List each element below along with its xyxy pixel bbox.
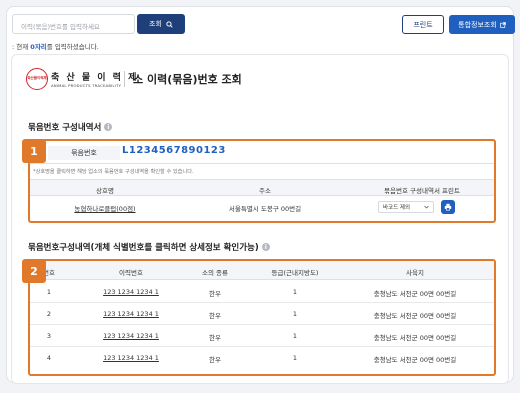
row-no: 4 <box>46 354 52 362</box>
logo: 축산물이력제 축 산 물 이 력 제 ANIMAL PRODUCTS TRACE… <box>26 68 138 90</box>
hint-highlight: 0자리 <box>30 43 47 51</box>
badge-2: 2 <box>22 259 46 283</box>
individual-list-box: 2 번호 이력번호 소의 종류 등급(근내지방도) 사육지 1 123 1234… <box>22 259 496 376</box>
table-row: 1 123 1234 1234 1 한우 1 충청남도 서천군 00면 00번길 <box>30 281 494 303</box>
page: 이력(묶음)번호를 입력하세요 조회 프린트 통합정보조회 : 현재 0자리를 … <box>0 0 520 393</box>
logo-text: 축 산 물 이 력 제 <box>51 73 139 83</box>
chevron-down-icon <box>424 205 429 209</box>
result-card: 축산물이력제 축 산 물 이 력 제 ANIMAL PRODUCTS TRACE… <box>11 54 509 384</box>
search-input[interactable]: 이력(묶음)번호를 입력하세요 <box>12 14 135 34</box>
table1-row: 농협하나로클럽(00점) 서울특별시 도봉구 00번길 바코드 제외 <box>30 197 494 217</box>
info-icon[interactable]: i <box>261 243 270 251</box>
integrated-info-button[interactable]: 통합정보조회 <box>449 15 515 34</box>
logo-seal: 축산물이력제 <box>26 68 48 90</box>
col-trace-no: 이력번호 <box>119 269 143 277</box>
badge-1: 1 <box>22 139 46 163</box>
farm-location: 충청남도 서천군 00면 00번길 <box>373 334 457 342</box>
barcode-select[interactable]: 바코드 제외 <box>378 201 434 213</box>
divider <box>30 163 494 164</box>
col-store-name: 상호명 <box>96 187 114 195</box>
title-divider <box>124 71 125 87</box>
store-name-link[interactable]: 농협하나로클럽(00점) <box>30 203 180 213</box>
trace-number-link[interactable]: 123 1234 1234 1 <box>66 332 196 340</box>
table-row: 4 123 1234 1234 1 한우 1 충청남도 서천군 00면 00번길 <box>30 347 494 369</box>
col-grade: 등급(근내지방도) <box>271 269 319 277</box>
barcode-select-value: 바코드 제외 <box>383 205 411 211</box>
search-icon <box>166 20 173 28</box>
cattle-kind: 한우 <box>209 312 221 320</box>
bundle-label: 묶음번호 <box>48 146 120 160</box>
printer-icon <box>444 203 452 211</box>
grade: 1 <box>292 354 298 362</box>
trace-number-link[interactable]: 123 1234 1234 1 <box>66 354 196 362</box>
print-button[interactable]: 프린트 <box>402 15 444 34</box>
external-link-icon <box>500 21 506 28</box>
trace-number-link[interactable]: 123 1234 1234 1 <box>66 288 196 296</box>
search-button[interactable]: 조회 <box>137 14 185 34</box>
section1-title: 묶음번호 구성내역서 i <box>28 121 113 133</box>
row-no: 2 <box>46 310 52 318</box>
integrated-info-label: 통합정보조회 <box>458 20 497 29</box>
cattle-kind: 한우 <box>209 356 221 364</box>
input-length-hint: : 현재 0자리를 입력하셨습니다. <box>12 43 99 51</box>
search-button-label: 조회 <box>149 20 162 28</box>
table1-header: 상호명 주소 묶음번호 구성내역서 프린트 <box>30 179 494 196</box>
section2-title: 묶음번호구성내역(개체 식별번호를 클릭하면 상세정보 확인가능) i <box>28 241 270 253</box>
col-farm: 사육지 <box>406 269 424 277</box>
table-row: 2 123 1234 1234 1 한우 1 충청남도 서천군 00면 00번길 <box>30 303 494 325</box>
col-address: 주소 <box>259 187 271 195</box>
trace-number-link[interactable]: 123 1234 1234 1 <box>66 310 196 318</box>
farm-location: 충청남도 서천군 00면 00번길 <box>373 356 457 364</box>
farm-location: 충청남도 서천군 00면 00번길 <box>373 312 457 320</box>
grade: 1 <box>292 332 298 340</box>
col-kind: 소의 종류 <box>202 269 228 277</box>
table-row: 3 123 1234 1234 1 한우 1 충청남도 서천군 00면 00번길 <box>30 325 494 347</box>
cattle-kind: 한우 <box>209 334 221 342</box>
notice-text: *상호명을 클릭하면 해당 업소의 묶음번호 구성내역을 확인할 수 있습니다. <box>33 169 194 175</box>
bundle-composition-box: 1 묶음번호 L1234567890123 *상호명을 클릭하면 해당 업소의 … <box>22 139 496 223</box>
bundle-number: L1234567890123 <box>122 145 226 156</box>
grade: 1 <box>292 310 298 318</box>
row-no: 1 <box>46 288 52 296</box>
grade: 1 <box>292 288 298 296</box>
table2-header: 번호 이력번호 소의 종류 등급(근내지방도) 사육지 <box>30 261 494 280</box>
page-title: 소 이력(묶음)번호 조회 <box>133 73 242 86</box>
store-address: 서울특별시 도봉구 00번길 <box>228 205 302 213</box>
col-print: 묶음번호 구성내역서 프린트 <box>384 187 460 195</box>
logo-subtext: ANIMAL PRODUCTS TRACEABILITY <box>51 83 122 88</box>
info-icon[interactable]: i <box>104 123 113 131</box>
farm-location: 충청남도 서천군 00면 00번길 <box>373 290 457 298</box>
print-composition-button[interactable] <box>441 200 455 214</box>
cattle-kind: 한우 <box>209 290 221 298</box>
row-no: 3 <box>46 332 52 340</box>
